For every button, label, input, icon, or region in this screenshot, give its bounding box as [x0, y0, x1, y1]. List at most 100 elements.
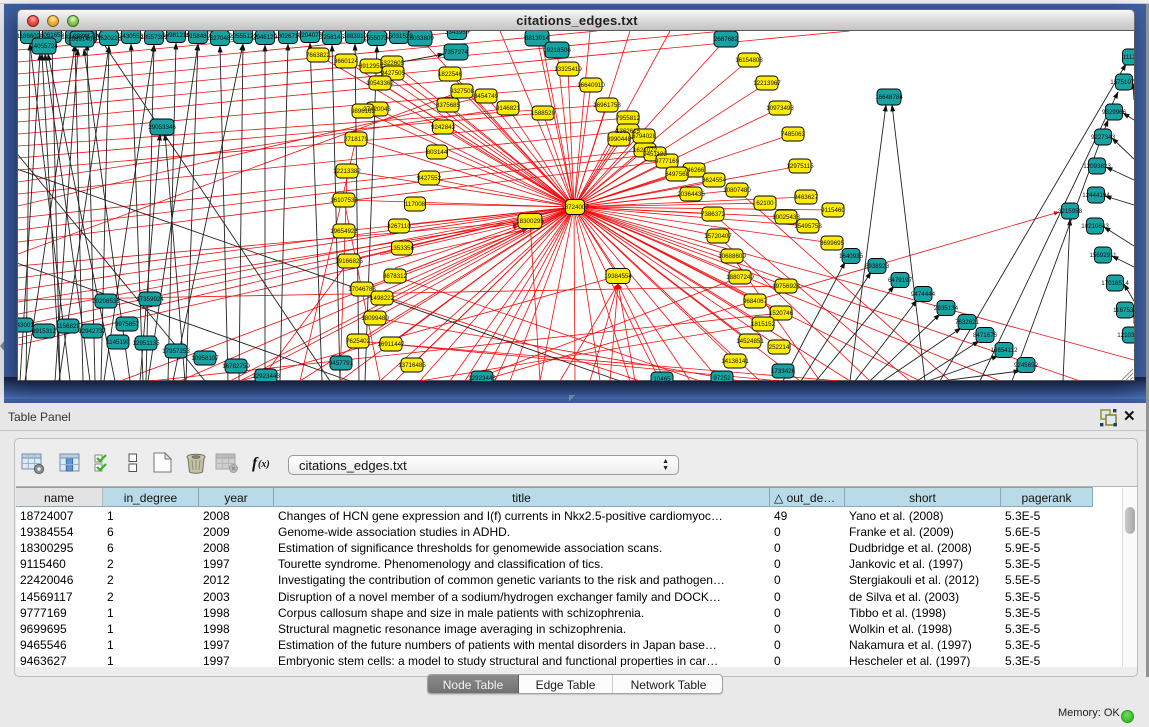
- svg-text:97252: 97252: [713, 375, 731, 381]
- svg-text:2718179: 2718179: [344, 136, 369, 143]
- svg-text:16640910: 16640910: [577, 82, 605, 89]
- svg-text:7386372: 7386372: [701, 211, 726, 218]
- svg-text:9474444: 9474444: [911, 291, 936, 298]
- svg-text:16782759: 16782759: [222, 363, 250, 370]
- svg-text:9427552: 9427552: [417, 175, 442, 182]
- svg-text:16154808: 16154808: [735, 57, 763, 64]
- svg-text:7357274: 7357274: [444, 49, 469, 56]
- svg-text:9684067: 9684067: [743, 298, 768, 305]
- svg-text:1353356: 1353356: [390, 245, 415, 252]
- svg-text:1733426: 1733426: [771, 368, 796, 375]
- svg-text:18724007: 18724007: [561, 204, 589, 211]
- svg-text:10654112: 10654112: [990, 347, 1018, 354]
- svg-text:3215958: 3215958: [1058, 208, 1083, 215]
- svg-text:9896162: 9896162: [351, 108, 376, 115]
- svg-text:12103054: 12103054: [1117, 332, 1134, 339]
- svg-text:8204075: 8204075: [298, 32, 323, 39]
- svg-text:1822546: 1822546: [438, 71, 463, 78]
- svg-text:3660124: 3660124: [334, 58, 359, 65]
- svg-text:2687682: 2687682: [714, 36, 739, 43]
- svg-text:8471676: 8471676: [973, 332, 998, 339]
- svg-text:9245652: 9245652: [1014, 362, 1039, 369]
- svg-text:9115460: 9115460: [821, 207, 845, 214]
- svg-text:19166825: 19166825: [335, 258, 363, 265]
- svg-text:9329966: 9329966: [1102, 109, 1127, 116]
- svg-text:8375685: 8375685: [436, 102, 461, 109]
- svg-text:2620223: 2620223: [97, 35, 122, 42]
- svg-text:10688609: 10688609: [718, 253, 746, 260]
- svg-text:7625402: 7625402: [346, 338, 371, 345]
- svg-text:8938923: 8938923: [865, 263, 890, 270]
- svg-text:3343959: 3343959: [445, 31, 470, 36]
- svg-text:14524851: 14524851: [736, 338, 764, 345]
- svg-text:15720407: 15720407: [704, 233, 732, 240]
- svg-text:12923448: 12923448: [252, 373, 280, 380]
- svg-text:117008: 117008: [405, 201, 426, 208]
- svg-text:16648784: 16648784: [875, 94, 903, 101]
- svg-text:17957253: 17957253: [162, 348, 190, 355]
- svg-text:16911447: 16911447: [377, 341, 405, 348]
- svg-text:7632621: 7632621: [955, 319, 980, 326]
- svg-text:20364436: 20364436: [677, 191, 705, 198]
- svg-text:13716485: 13716485: [398, 362, 426, 369]
- svg-text:17359924: 17359924: [136, 296, 164, 303]
- svg-text:12444194: 12444194: [1082, 192, 1110, 199]
- svg-text:11126: 11126: [1123, 54, 1134, 61]
- svg-text:252214: 252214: [769, 344, 790, 351]
- svg-text:8813014: 8813014: [525, 35, 550, 42]
- svg-text:20691406: 20691406: [68, 36, 96, 43]
- svg-text:8454749: 8454749: [474, 93, 499, 100]
- svg-text:9327508: 9327508: [450, 88, 475, 95]
- svg-text:17046788: 17046788: [348, 286, 376, 293]
- svg-text:10210643: 10210643: [1081, 223, 1109, 230]
- svg-text:1640935: 1640935: [839, 253, 864, 260]
- svg-text:9146821: 9146821: [496, 105, 521, 112]
- svg-text:12923448: 12923448: [468, 375, 496, 381]
- svg-text:13325419: 13325419: [554, 66, 582, 73]
- svg-text:8990448: 8990448: [607, 136, 632, 143]
- svg-text:16033809: 16033809: [406, 35, 434, 42]
- svg-text:14055724: 14055724: [30, 43, 58, 50]
- svg-text:19218506: 19218506: [543, 47, 571, 54]
- svg-text:6497568: 6497568: [665, 171, 690, 178]
- svg-text:19654923: 19654923: [330, 228, 358, 235]
- svg-text:2258145: 2258145: [320, 34, 345, 41]
- svg-text:9457791: 9457791: [329, 360, 354, 367]
- svg-text:803144: 803144: [427, 149, 448, 156]
- svg-text:12213967: 12213967: [753, 80, 781, 87]
- svg-text:8699695: 8699695: [820, 240, 845, 247]
- svg-text:12975115: 12975115: [786, 163, 814, 170]
- svg-text:16107533: 16107533: [330, 197, 358, 204]
- svg-text:17016514: 17016514: [1101, 280, 1129, 287]
- svg-text:8678312: 8678312: [383, 273, 408, 280]
- svg-text:62100: 62100: [756, 200, 774, 207]
- svg-text:10973493: 10973493: [766, 105, 794, 112]
- svg-text:12951135: 12951135: [132, 340, 160, 347]
- svg-text:3267110: 3267110: [387, 223, 411, 230]
- svg-text:18300295: 18300295: [516, 218, 544, 225]
- svg-text:20206536: 20206536: [92, 298, 120, 305]
- svg-text:10958107: 10958107: [191, 355, 219, 362]
- svg-text:1167531: 1167531: [1113, 307, 1134, 314]
- svg-text:10465: 10465: [653, 376, 671, 381]
- svg-text:9427505: 9427505: [381, 70, 406, 77]
- svg-text:10807480: 10807480: [723, 187, 751, 194]
- svg-text:10025438: 10025438: [772, 214, 800, 221]
- svg-text:15692911: 15692911: [1089, 252, 1117, 259]
- svg-text:5322605: 5322605: [380, 60, 405, 67]
- svg-text:7485063: 7485063: [781, 131, 806, 138]
- svg-text:18099489: 18099489: [361, 315, 389, 322]
- svg-text:29053346: 29053346: [148, 124, 176, 131]
- svg-text:7663822: 7663822: [306, 52, 331, 59]
- svg-text:10543362: 10543362: [366, 80, 394, 87]
- svg-text:9777169: 9777169: [655, 158, 680, 165]
- svg-text:18807249: 18807249: [726, 274, 754, 281]
- svg-text:19756928: 19756928: [772, 283, 800, 290]
- svg-text:1520746: 1520746: [769, 310, 794, 317]
- svg-text:3624554: 3624554: [702, 177, 727, 184]
- svg-text:1498222: 1498222: [370, 295, 395, 302]
- svg-text:9227343: 9227343: [1091, 134, 1116, 141]
- svg-text:15495758: 15495758: [794, 223, 822, 230]
- svg-text:9463627: 9463627: [794, 194, 819, 201]
- svg-text:9451123: 9451123: [643, 151, 667, 158]
